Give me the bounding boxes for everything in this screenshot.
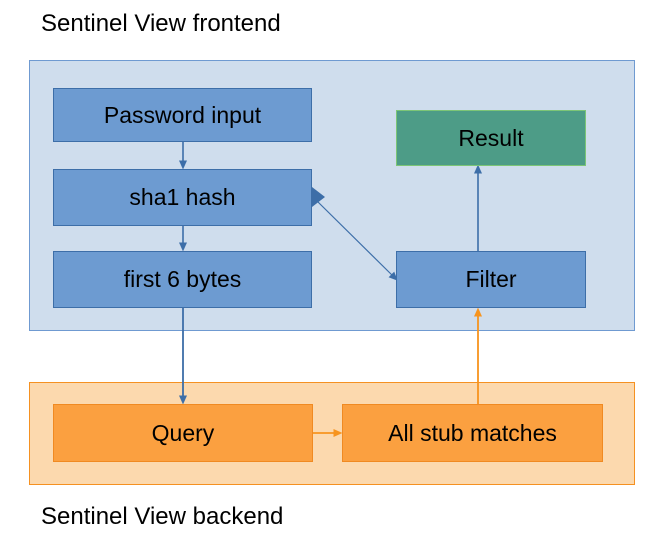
node-result[interactable]: Result	[396, 110, 586, 166]
node-all-stub-matches[interactable]: All stub matches	[342, 404, 603, 462]
diagram-canvas: Sentinel View frontend Password input sh…	[0, 0, 663, 557]
backend-group-label: Sentinel View backend	[41, 503, 284, 530]
node-query[interactable]: Query	[53, 404, 313, 462]
node-filter[interactable]: Filter	[396, 251, 586, 308]
node-sha1-hash[interactable]: sha1 hash	[53, 169, 312, 226]
node-first-6-bytes[interactable]: first 6 bytes	[53, 251, 312, 308]
frontend-group-label: Sentinel View frontend	[41, 10, 281, 37]
node-password-input[interactable]: Password input	[53, 88, 312, 142]
